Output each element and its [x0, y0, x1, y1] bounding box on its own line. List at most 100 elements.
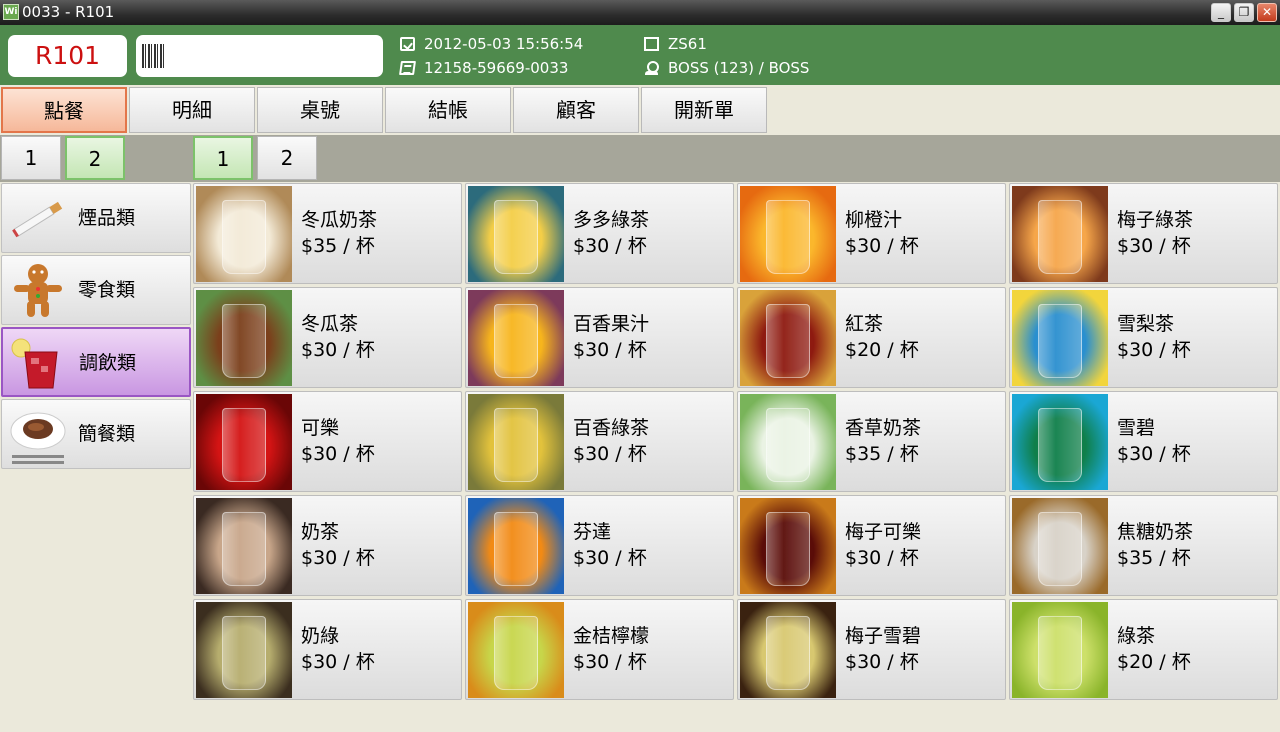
product-card[interactable]: 柳橙汁 $30 / 杯: [737, 183, 1006, 284]
current-user-text: BOSS (123) / BOSS: [668, 59, 810, 77]
product-name: 紅茶: [845, 313, 884, 335]
tab-customer[interactable]: 顧客: [513, 87, 639, 133]
product-card[interactable]: 梅子綠茶 $30 / 杯: [1009, 183, 1278, 284]
product-card[interactable]: 百香綠茶 $30 / 杯: [465, 391, 734, 492]
barcode-input[interactable]: [170, 43, 375, 69]
product-card[interactable]: 雪碧 $30 / 杯: [1009, 391, 1278, 492]
product-card[interactable]: 香草奶茶 $35 / 杯: [737, 391, 1006, 492]
product-name: 冬瓜奶茶: [301, 209, 378, 231]
category-label: 簡餐類: [78, 423, 136, 445]
cocktail-icon: [11, 338, 58, 389]
page-selector-bar: 1 2 1 2: [0, 135, 1280, 182]
product-price: $30 / 杯: [1117, 339, 1191, 361]
product-price: $30 / 杯: [845, 651, 919, 673]
station-id: ZS61: [644, 35, 707, 53]
product-name: 冬瓜茶: [301, 313, 359, 335]
product-image: [468, 290, 564, 386]
product-image: [468, 498, 564, 594]
product-image: [1012, 394, 1108, 490]
order-header: R101 2012-05-03 15:56:54 12158-59669-003…: [0, 25, 1280, 85]
product-name: 百香果汁: [573, 313, 650, 335]
category-page-1-button[interactable]: 1: [1, 136, 61, 180]
tab-order[interactable]: 點餐: [1, 87, 127, 133]
product-image: [468, 602, 564, 698]
product-card[interactable]: 梅子雪碧 $30 / 杯: [737, 599, 1006, 700]
order-number: 12158-59669-0033: [399, 59, 568, 77]
product-price: $30 / 杯: [573, 235, 647, 257]
product-card[interactable]: 可樂 $30 / 杯: [193, 391, 462, 492]
computer-icon: [644, 37, 659, 51]
product-image: [1012, 602, 1108, 698]
product-image: [1012, 186, 1108, 282]
product-card[interactable]: 綠茶 $20 / 杯: [1009, 599, 1278, 700]
product-card[interactable]: 焦糖奶茶 $35 / 杯: [1009, 495, 1278, 596]
item-page-1-button[interactable]: 1: [193, 136, 253, 180]
product-name: 多多綠茶: [573, 209, 650, 231]
product-name: 綠茶: [1117, 625, 1156, 647]
product-price: $30 / 杯: [845, 235, 919, 257]
product-image: [1012, 498, 1108, 594]
product-image: [740, 394, 836, 490]
cigarette-icon: [12, 201, 63, 238]
close-button[interactable]: ✕: [1257, 3, 1277, 22]
product-price: $35 / 杯: [1117, 547, 1191, 569]
tab-checkout[interactable]: 結帳: [385, 87, 511, 133]
product-price: $35 / 杯: [301, 235, 375, 257]
tab-table[interactable]: 桌號: [257, 87, 383, 133]
product-price: $30 / 杯: [573, 547, 647, 569]
barcode-icon: [142, 44, 164, 68]
product-card[interactable]: 芬達 $30 / 杯: [465, 495, 734, 596]
product-image: [740, 186, 836, 282]
product-card[interactable]: 奶茶 $30 / 杯: [193, 495, 462, 596]
meal-plate-icon: [10, 412, 66, 464]
product-price: $30 / 杯: [573, 651, 647, 673]
product-name: 百香綠茶: [573, 417, 650, 439]
product-image: [196, 498, 292, 594]
product-price: $30 / 杯: [1117, 235, 1191, 257]
product-card[interactable]: 金桔檸檬 $30 / 杯: [465, 599, 734, 700]
category-drinks[interactable]: 調飲類: [1, 327, 191, 397]
product-image: [196, 602, 292, 698]
category-page-2-button[interactable]: 2: [65, 136, 125, 180]
item-page-2-button[interactable]: 2: [257, 136, 317, 180]
product-card[interactable]: 奶綠 $30 / 杯: [193, 599, 462, 700]
product-card[interactable]: 紅茶 $20 / 杯: [737, 287, 1006, 388]
product-card[interactable]: 雪梨茶 $30 / 杯: [1009, 287, 1278, 388]
product-price: $35 / 杯: [845, 443, 919, 465]
product-image: [468, 394, 564, 490]
app-icon: Wi: [3, 4, 19, 20]
category-snacks[interactable]: 零食類: [1, 255, 191, 325]
calendar-icon: [400, 37, 415, 51]
tab-details[interactable]: 明細: [129, 87, 255, 133]
product-image: [740, 602, 836, 698]
category-label: 煙品類: [78, 207, 136, 229]
product-name: 奶綠: [301, 625, 340, 647]
order-datetime: 2012-05-03 15:56:54: [400, 35, 583, 53]
minimize-button[interactable]: _: [1211, 3, 1231, 22]
product-card[interactable]: 冬瓜奶茶 $35 / 杯: [193, 183, 462, 284]
order-datetime-text: 2012-05-03 15:56:54: [424, 35, 584, 53]
product-price: $30 / 杯: [301, 443, 375, 465]
product-image: [740, 290, 836, 386]
tab-new-order[interactable]: 開新單: [641, 87, 767, 133]
category-tobacco[interactable]: 煙品類: [1, 183, 191, 253]
product-price: $30 / 杯: [845, 547, 919, 569]
product-card[interactable]: 百香果汁 $30 / 杯: [465, 287, 734, 388]
category-meals[interactable]: 簡餐類: [1, 399, 191, 469]
user-icon: [644, 61, 659, 75]
product-card[interactable]: 梅子可樂 $30 / 杯: [737, 495, 1006, 596]
product-price: $30 / 杯: [301, 547, 375, 569]
product-image: [468, 186, 564, 282]
table-number-display[interactable]: R101: [8, 35, 127, 77]
restore-button[interactable]: ❐: [1234, 3, 1254, 22]
product-price: $30 / 杯: [573, 339, 647, 361]
product-name: 柳橙汁: [845, 209, 903, 231]
product-card[interactable]: 冬瓜茶 $30 / 杯: [193, 287, 462, 388]
product-card[interactable]: 多多綠茶 $30 / 杯: [465, 183, 734, 284]
product-name: 焦糖奶茶: [1117, 521, 1194, 543]
product-price: $30 / 杯: [301, 651, 375, 673]
product-name: 雪梨茶: [1117, 313, 1175, 335]
main-tabs: 點餐 明細 桌號 結帳 顧客 開新單: [0, 85, 1280, 135]
gingerbread-icon: [14, 264, 62, 317]
barcode-field[interactable]: [136, 35, 383, 77]
